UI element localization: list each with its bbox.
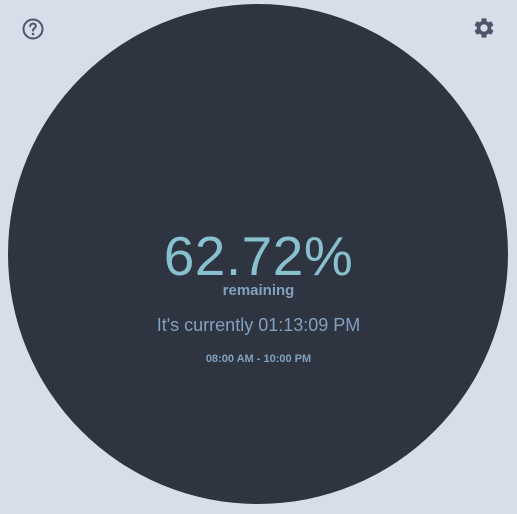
help-button[interactable]: [20, 16, 46, 42]
settings-button[interactable]: [471, 15, 497, 41]
percent-remaining-value: 62.72%: [163, 225, 354, 287]
help-circle-icon: [21, 17, 45, 41]
remaining-label: remaining: [222, 282, 295, 299]
current-time-text: It's currently 01:13:09 PM: [156, 315, 361, 335]
gear-icon: [472, 16, 496, 40]
time-range-text: 08:00 AM - 10:00 PM: [205, 353, 312, 365]
